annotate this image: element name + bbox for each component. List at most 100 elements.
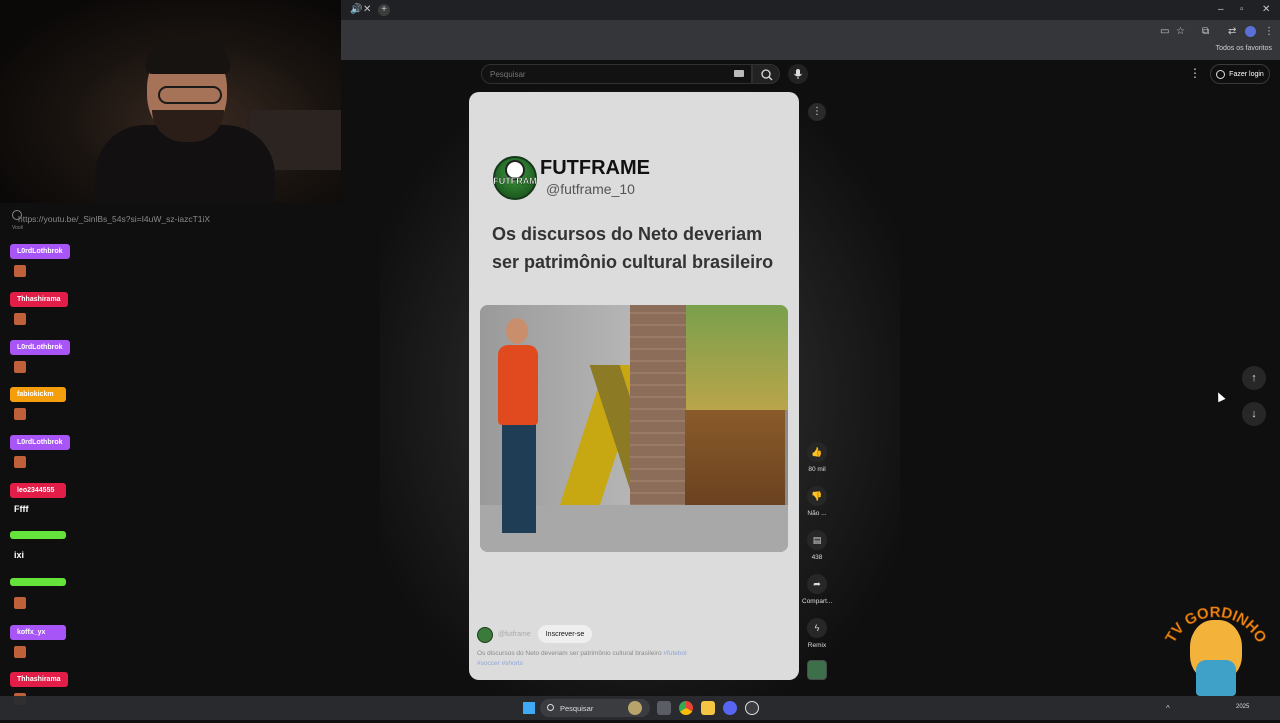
voice-search-button[interactable] bbox=[788, 64, 808, 84]
comments-action[interactable]: ▤ 438 bbox=[802, 530, 832, 561]
audio-source-thumbnail[interactable] bbox=[807, 660, 827, 680]
keyboard-icon[interactable] bbox=[734, 70, 744, 77]
chat-emote-icon bbox=[14, 646, 26, 658]
hashtag[interactable]: #soccer #shorts bbox=[477, 660, 523, 667]
chat-username: Thhashirama bbox=[10, 672, 68, 687]
like-count: 80 mil bbox=[808, 466, 826, 473]
remix-action[interactable]: ϟ Remix bbox=[802, 618, 832, 649]
sync-icon[interactable]: ⇄ bbox=[1228, 26, 1236, 38]
comment-icon[interactable]: ▤ bbox=[807, 530, 827, 550]
brand-handle: @futframe_10 bbox=[546, 181, 635, 197]
description-text: Os discursos do Neto deveriam ser patrim… bbox=[477, 650, 662, 657]
chat-message: L0rdLothbrok bbox=[10, 336, 70, 373]
share-label: Compart... bbox=[802, 598, 833, 605]
chat-username: Thhashirama bbox=[10, 292, 68, 307]
maximize-icon[interactable]: ▫ bbox=[1240, 4, 1244, 16]
chat-text: Ffff bbox=[14, 504, 29, 514]
remix-label: Remix bbox=[807, 642, 827, 649]
video-table bbox=[685, 410, 785, 505]
chat-message: L0rdLothbrok bbox=[10, 240, 70, 277]
comment-count: 438 bbox=[811, 554, 823, 561]
share-icon[interactable]: ➦ bbox=[807, 574, 827, 594]
cast-icon[interactable]: ▭ bbox=[1160, 26, 1169, 38]
video-photo bbox=[686, 305, 788, 410]
thumbs-down-icon[interactable]: 👎 bbox=[807, 486, 827, 506]
close-tab-icon[interactable]: ✕ bbox=[363, 4, 371, 16]
chat-message: ixi bbox=[10, 526, 66, 562]
chrome-icon[interactable] bbox=[679, 701, 693, 715]
brand-name: FUTFRAME bbox=[540, 157, 650, 179]
extensions-icon[interactable]: ⧉ bbox=[1202, 26, 1209, 38]
previous-short-button[interactable]: ↑ bbox=[1242, 366, 1266, 390]
chat-user-label: Você bbox=[12, 225, 24, 231]
login-label: Fazer login bbox=[1229, 70, 1264, 78]
streamer-hair bbox=[146, 38, 230, 74]
login-button[interactable]: Fazer login bbox=[1210, 64, 1270, 84]
video-person bbox=[502, 423, 536, 533]
search-icon bbox=[761, 69, 773, 81]
chat-username: L0rdLothbrok bbox=[10, 435, 70, 450]
subscribe-button[interactable]: Inscrever-se bbox=[538, 625, 592, 643]
search-button[interactable] bbox=[752, 64, 780, 84]
streamer-glasses bbox=[158, 86, 222, 104]
chat-emote-icon bbox=[14, 361, 26, 373]
speaker-icon[interactable]: 🔊 bbox=[350, 4, 362, 16]
chat-emote-icon bbox=[14, 313, 26, 325]
chat-link: https://youtu.be/_SinlBs_54s?si=I4uW_sz-… bbox=[18, 214, 211, 224]
chat-message: L0rdLothbrok bbox=[10, 431, 70, 468]
webcam-overlay bbox=[0, 0, 341, 203]
chat-emote-icon bbox=[14, 265, 26, 277]
obs-icon[interactable] bbox=[745, 701, 759, 715]
mouse-cursor bbox=[1214, 390, 1226, 403]
more-options-icon[interactable]: ⋮ bbox=[808, 103, 826, 121]
minimize-icon[interactable]: – bbox=[1218, 4, 1224, 16]
next-short-button[interactable]: ↓ bbox=[1242, 402, 1266, 426]
settings-menu-icon[interactable]: ⋮ bbox=[1189, 66, 1201, 80]
chat-message: koffx_yx bbox=[10, 621, 66, 658]
chat-emote-icon bbox=[14, 456, 26, 468]
dislike-label: Não ... bbox=[807, 510, 827, 517]
hashtag[interactable]: #futebol bbox=[663, 650, 686, 657]
chat-username: L0rdLothbrok bbox=[10, 340, 70, 355]
chat-message: Thhashirama bbox=[10, 288, 68, 325]
chat-emote-icon bbox=[14, 597, 26, 609]
file-explorer-icon[interactable] bbox=[701, 701, 715, 715]
channel-avatar[interactable] bbox=[477, 627, 493, 643]
chat-username: fabiokickm bbox=[10, 387, 66, 402]
account-icon bbox=[1216, 69, 1226, 79]
profile-icon[interactable] bbox=[1245, 26, 1256, 37]
chat-emote-icon bbox=[14, 408, 26, 420]
chat-username: L0rdLothbrok bbox=[10, 244, 70, 259]
share-action[interactable]: ➦ Compart... bbox=[802, 574, 832, 605]
thumbs-up-icon[interactable]: 👍 bbox=[807, 442, 827, 462]
mic-icon bbox=[794, 69, 802, 79]
channel-name[interactable]: @futframe bbox=[498, 631, 531, 638]
logo-text: FUTFRAM bbox=[493, 176, 537, 186]
widget-icon[interactable] bbox=[628, 701, 642, 715]
search-icon bbox=[547, 704, 554, 711]
video-caption: Os discursos do Neto deveriam ser patrim… bbox=[492, 224, 774, 272]
windows-start-icon[interactable] bbox=[523, 702, 535, 714]
dislike-action[interactable]: 👎 Não ... bbox=[802, 486, 832, 517]
like-action[interactable]: 👍 80 mil bbox=[802, 442, 832, 473]
search-input[interactable] bbox=[490, 68, 720, 81]
discord-icon[interactable] bbox=[723, 701, 737, 715]
chat-message: leo2344555 Ffff bbox=[10, 479, 66, 516]
remix-icon[interactable]: ϟ bbox=[807, 618, 827, 638]
chat-username: koffx_yx bbox=[10, 625, 66, 640]
chat-username: leo2344555 bbox=[10, 483, 66, 498]
new-tab-icon[interactable]: + bbox=[378, 4, 390, 16]
chat-username bbox=[10, 578, 66, 586]
video-person bbox=[506, 318, 528, 344]
all-bookmarks-button[interactable]: Todos os favoritos bbox=[1216, 45, 1272, 52]
window-close-icon[interactable]: ✕ bbox=[1262, 4, 1270, 16]
task-view-icon[interactable] bbox=[657, 701, 671, 715]
chat-message bbox=[10, 573, 66, 609]
chat-username bbox=[10, 531, 66, 539]
video-frame bbox=[480, 305, 788, 552]
search-box[interactable] bbox=[481, 64, 752, 84]
star-icon[interactable]: ☆ bbox=[1176, 26, 1185, 38]
browser-menu-icon[interactable]: ⋮ bbox=[1264, 26, 1274, 38]
chat-text: ixi bbox=[14, 550, 25, 560]
video-description: Os discursos do Neto deveriam ser patrim… bbox=[477, 649, 777, 669]
